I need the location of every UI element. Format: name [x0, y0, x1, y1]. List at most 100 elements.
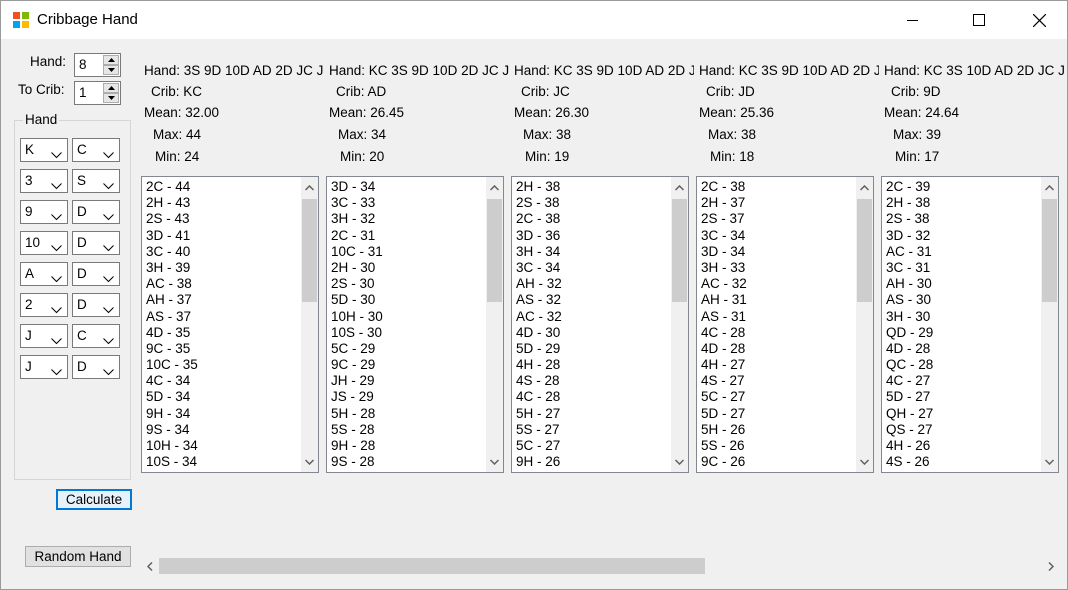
list-item[interactable]: 2S - 38 — [886, 211, 1036, 227]
card-rank-select[interactable]: 3 — [20, 169, 68, 193]
scroll-up-icon[interactable] — [856, 179, 873, 196]
list-item[interactable]: AS - 32 — [516, 292, 666, 308]
list-item[interactable]: 5S - 26 — [701, 438, 851, 454]
list-item[interactable]: AH - 37 — [146, 292, 296, 308]
card-rank-select[interactable]: 9 — [20, 200, 68, 224]
card-suit-select[interactable]: C — [72, 324, 120, 348]
list-item[interactable]: 4D - 28 — [886, 341, 1036, 357]
list-item[interactable]: 4H - 27 — [701, 357, 851, 373]
list-item[interactable]: 9H - 26 — [516, 454, 666, 470]
list-item[interactable]: 5D - 34 — [146, 389, 296, 405]
hand-size-value[interactable]: 8 — [79, 57, 87, 72]
chevron-down-icon[interactable] — [51, 271, 62, 286]
chevron-down-icon[interactable] — [51, 333, 62, 348]
result-listbox[interactable]: 2C - 38 2H - 37 2S - 37 3C - 34 3D - 34 3H - … — [696, 176, 874, 473]
list-item[interactable]: 9C - 26 — [701, 454, 851, 470]
list-item[interactable]: 4S - 27 — [701, 373, 851, 389]
scroll-up-icon[interactable] — [1041, 179, 1058, 196]
chevron-down-icon[interactable] — [103, 178, 114, 193]
vertical-scrollbar[interactable] — [1041, 177, 1058, 472]
list-item[interactable]: 4S - 26 — [886, 454, 1036, 470]
spin-up-icon[interactable] — [103, 83, 119, 93]
chevron-down-icon[interactable] — [51, 240, 62, 255]
vertical-scrollbar[interactable] — [671, 177, 688, 472]
chevron-down-icon[interactable] — [51, 147, 62, 162]
list-item[interactable]: 10C - 31 — [331, 244, 481, 260]
scroll-down-icon[interactable] — [856, 453, 873, 470]
scroll-up-icon[interactable] — [486, 179, 503, 196]
card-suit-select[interactable]: C — [72, 138, 120, 162]
card-rank-select[interactable]: 2 — [20, 293, 68, 317]
chevron-down-icon[interactable] — [103, 271, 114, 286]
chevron-down-icon[interactable] — [103, 333, 114, 348]
list-item[interactable]: JH - 29 — [331, 373, 481, 389]
list-item[interactable]: 4H - 26 — [886, 438, 1036, 454]
card-suit-select[interactable]: D — [72, 231, 120, 255]
list-item[interactable]: 2H - 30 — [331, 260, 481, 276]
hand-size-spinner[interactable]: 8 — [74, 53, 121, 77]
card-suit-select[interactable]: D — [72, 200, 120, 224]
list-item[interactable]: 3D - 32 — [886, 228, 1036, 244]
list-item[interactable]: 5S - 27 — [516, 422, 666, 438]
list-item[interactable]: 5S - 28 — [331, 422, 481, 438]
vertical-scroll-thumb[interactable] — [302, 199, 317, 302]
chevron-down-icon[interactable] — [51, 364, 62, 379]
chevron-down-icon[interactable] — [51, 178, 62, 193]
spin-up-icon[interactable] — [103, 55, 119, 65]
list-item[interactable]: 2H - 37 — [701, 195, 851, 211]
list-item[interactable]: 3D - 34 — [331, 179, 481, 195]
list-item[interactable]: AC - 38 — [146, 276, 296, 292]
list-item[interactable]: 3H - 30 — [886, 309, 1036, 325]
list-item[interactable]: 3D - 34 — [701, 244, 851, 260]
close-button[interactable] — [1016, 1, 1062, 39]
list-item[interactable]: 2S - 37 — [701, 211, 851, 227]
list-item[interactable]: 5D - 27 — [886, 389, 1036, 405]
to-crib-spin-buttons[interactable] — [103, 83, 119, 103]
list-item[interactable]: 4D - 30 — [516, 325, 666, 341]
card-rank-select[interactable]: J — [20, 324, 68, 348]
to-crib-spinner[interactable]: 1 — [74, 81, 121, 105]
spin-down-icon[interactable] — [103, 93, 119, 103]
list-item[interactable]: AC - 32 — [516, 309, 666, 325]
card-rank-select[interactable]: K — [20, 138, 68, 162]
card-rank-select[interactable]: 10 — [20, 231, 68, 255]
scroll-up-icon[interactable] — [671, 179, 688, 196]
scroll-right-icon[interactable] — [1042, 557, 1059, 575]
vertical-scrollbar[interactable] — [856, 177, 873, 472]
list-item[interactable]: AS - 37 — [146, 309, 296, 325]
list-item[interactable]: QD - 29 — [886, 325, 1036, 341]
result-listbox[interactable]: 3D - 34 3C - 33 3H - 32 2C - 31 10C - 31 2H -… — [326, 176, 504, 473]
list-item[interactable]: 3D - 36 — [516, 228, 666, 244]
card-suit-select[interactable]: D — [72, 262, 120, 286]
scroll-down-icon[interactable] — [301, 453, 318, 470]
list-item[interactable]: 4C - 34 — [146, 373, 296, 389]
vertical-scroll-thumb[interactable] — [1042, 199, 1057, 302]
list-item[interactable]: 3H - 34 — [516, 244, 666, 260]
result-listbox[interactable]: 2H - 38 2S - 38 2C - 38 3D - 36 3H - 34 3C - … — [511, 176, 689, 473]
list-item[interactable]: 3C - 33 — [331, 195, 481, 211]
list-item[interactable]: AS - 30 — [886, 292, 1036, 308]
horizontal-scroll-thumb[interactable] — [159, 558, 705, 574]
list-item[interactable]: 2C - 39 — [886, 179, 1036, 195]
list-item[interactable]: 4D - 28 — [701, 341, 851, 357]
maximize-button[interactable] — [956, 1, 1002, 39]
list-item[interactable]: AH - 31 — [701, 292, 851, 308]
list-item[interactable]: 5D - 27 — [701, 406, 851, 422]
scroll-down-icon[interactable] — [486, 453, 503, 470]
vertical-scrollbar[interactable] — [301, 177, 318, 472]
list-item[interactable]: AC - 31 — [886, 244, 1036, 260]
list-item[interactable]: 2S - 30 — [331, 276, 481, 292]
list-item[interactable]: 2H - 38 — [516, 179, 666, 195]
chevron-down-icon[interactable] — [51, 302, 62, 317]
spin-down-icon[interactable] — [103, 65, 119, 75]
chevron-down-icon[interactable] — [103, 209, 114, 224]
list-item[interactable]: 2C - 31 — [331, 228, 481, 244]
list-item[interactable]: 5C - 29 — [331, 341, 481, 357]
card-suit-select[interactable]: S — [72, 169, 120, 193]
list-item[interactable]: 3C - 34 — [701, 228, 851, 244]
calculate-button[interactable]: Calculate — [56, 489, 132, 510]
scroll-left-icon[interactable] — [141, 557, 158, 575]
chevron-down-icon[interactable] — [103, 302, 114, 317]
chevron-down-icon[interactable] — [103, 364, 114, 379]
list-item[interactable]: 10S - 34 — [146, 454, 296, 470]
